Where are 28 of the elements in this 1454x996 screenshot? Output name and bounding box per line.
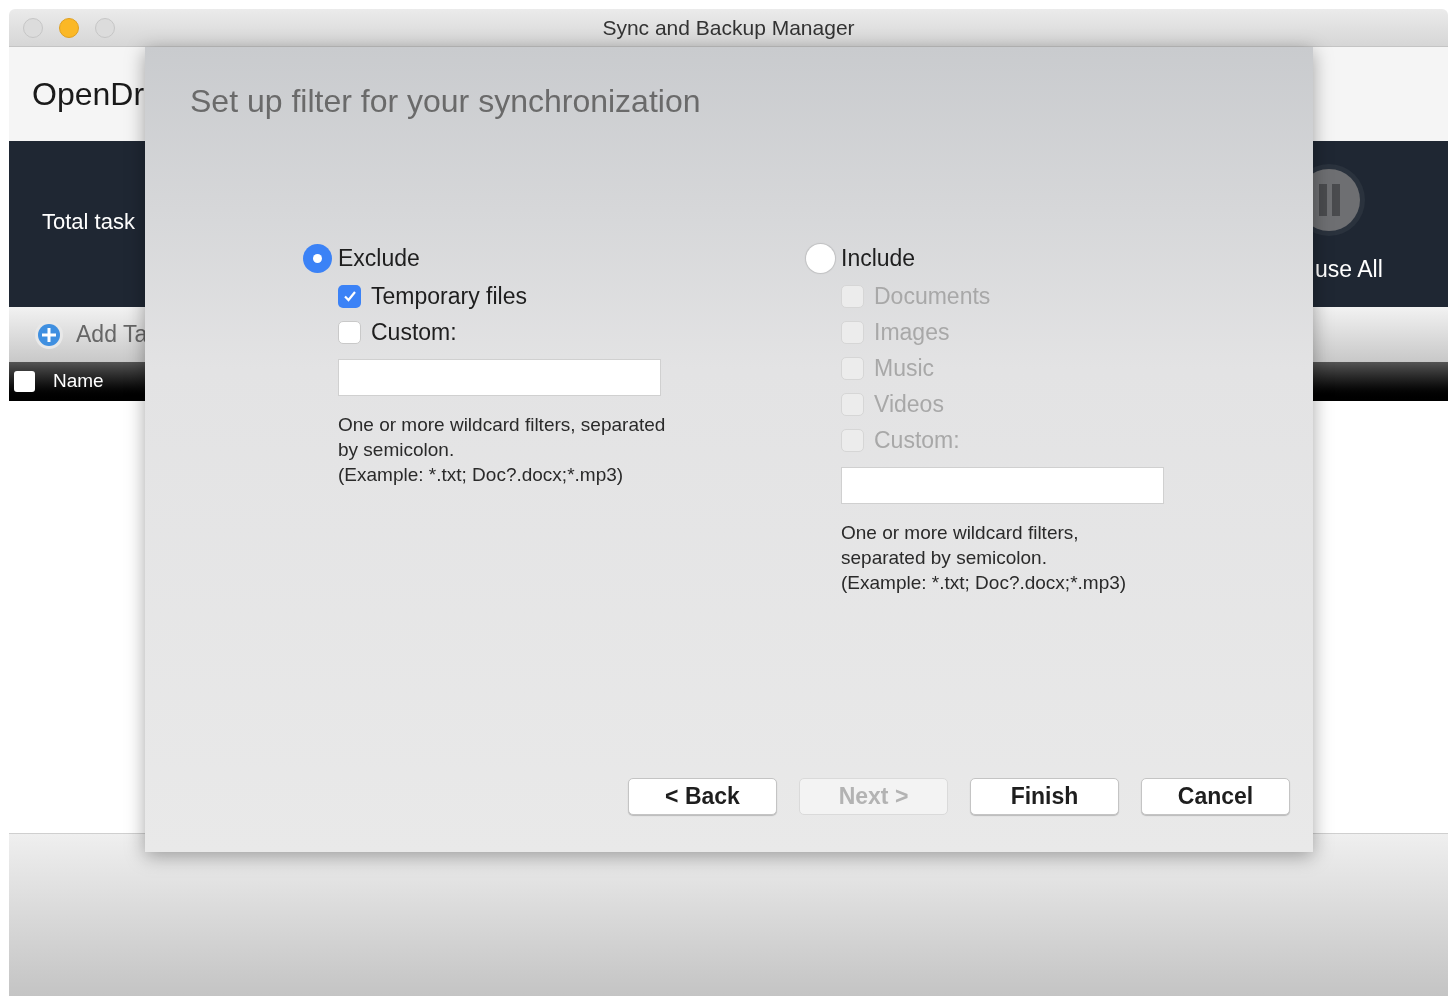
dialog-button[interactable]: < Back bbox=[628, 778, 777, 815]
radio-button[interactable] bbox=[303, 243, 332, 273]
zoom-icon[interactable] bbox=[95, 18, 115, 38]
example-text: (Example: *.txt; Doc?.docx;*.mp3) bbox=[841, 571, 1127, 595]
hint-text: One or more wildcard filters, separated by semicolon. bbox=[841, 521, 1080, 570]
app-title: OpenDr bbox=[32, 75, 145, 114]
checkbox[interactable] bbox=[338, 320, 361, 344]
checkbox-label[interactable]: Custom: bbox=[371, 314, 457, 350]
radio-button[interactable] bbox=[806, 243, 835, 273]
minimize-icon[interactable] bbox=[59, 18, 79, 38]
dialog-title: Set up filter for your synchronization bbox=[190, 82, 701, 121]
column-header[interactable]: Name bbox=[53, 367, 104, 396]
window-title: Sync and Backup Manager bbox=[602, 14, 855, 41]
add-task-button[interactable]: Add Ta bbox=[76, 317, 148, 352]
example-text: (Example: *.txt; Doc?.docx;*.mp3) bbox=[338, 463, 624, 487]
select-all-checkbox[interactable] bbox=[14, 371, 35, 392]
checkbox-label[interactable]: Temporary files bbox=[371, 278, 527, 314]
radio-label[interactable]: Include bbox=[841, 240, 916, 276]
dialog-button[interactable]: Cancel bbox=[1141, 778, 1290, 815]
summary-label: Total task bbox=[42, 208, 135, 236]
hint-text: One or more wildcard filters, separated by semicolon. bbox=[338, 413, 667, 462]
checkbox[interactable] bbox=[338, 284, 361, 308]
filter-input-field[interactable] bbox=[841, 467, 1164, 504]
filter-input-field[interactable] bbox=[338, 359, 661, 396]
pause-all-label[interactable]: use All bbox=[1315, 252, 1383, 287]
close-icon[interactable] bbox=[23, 18, 43, 38]
radio-label[interactable]: Exclude bbox=[338, 240, 420, 276]
dialog-button[interactable]: Finish bbox=[970, 778, 1119, 815]
